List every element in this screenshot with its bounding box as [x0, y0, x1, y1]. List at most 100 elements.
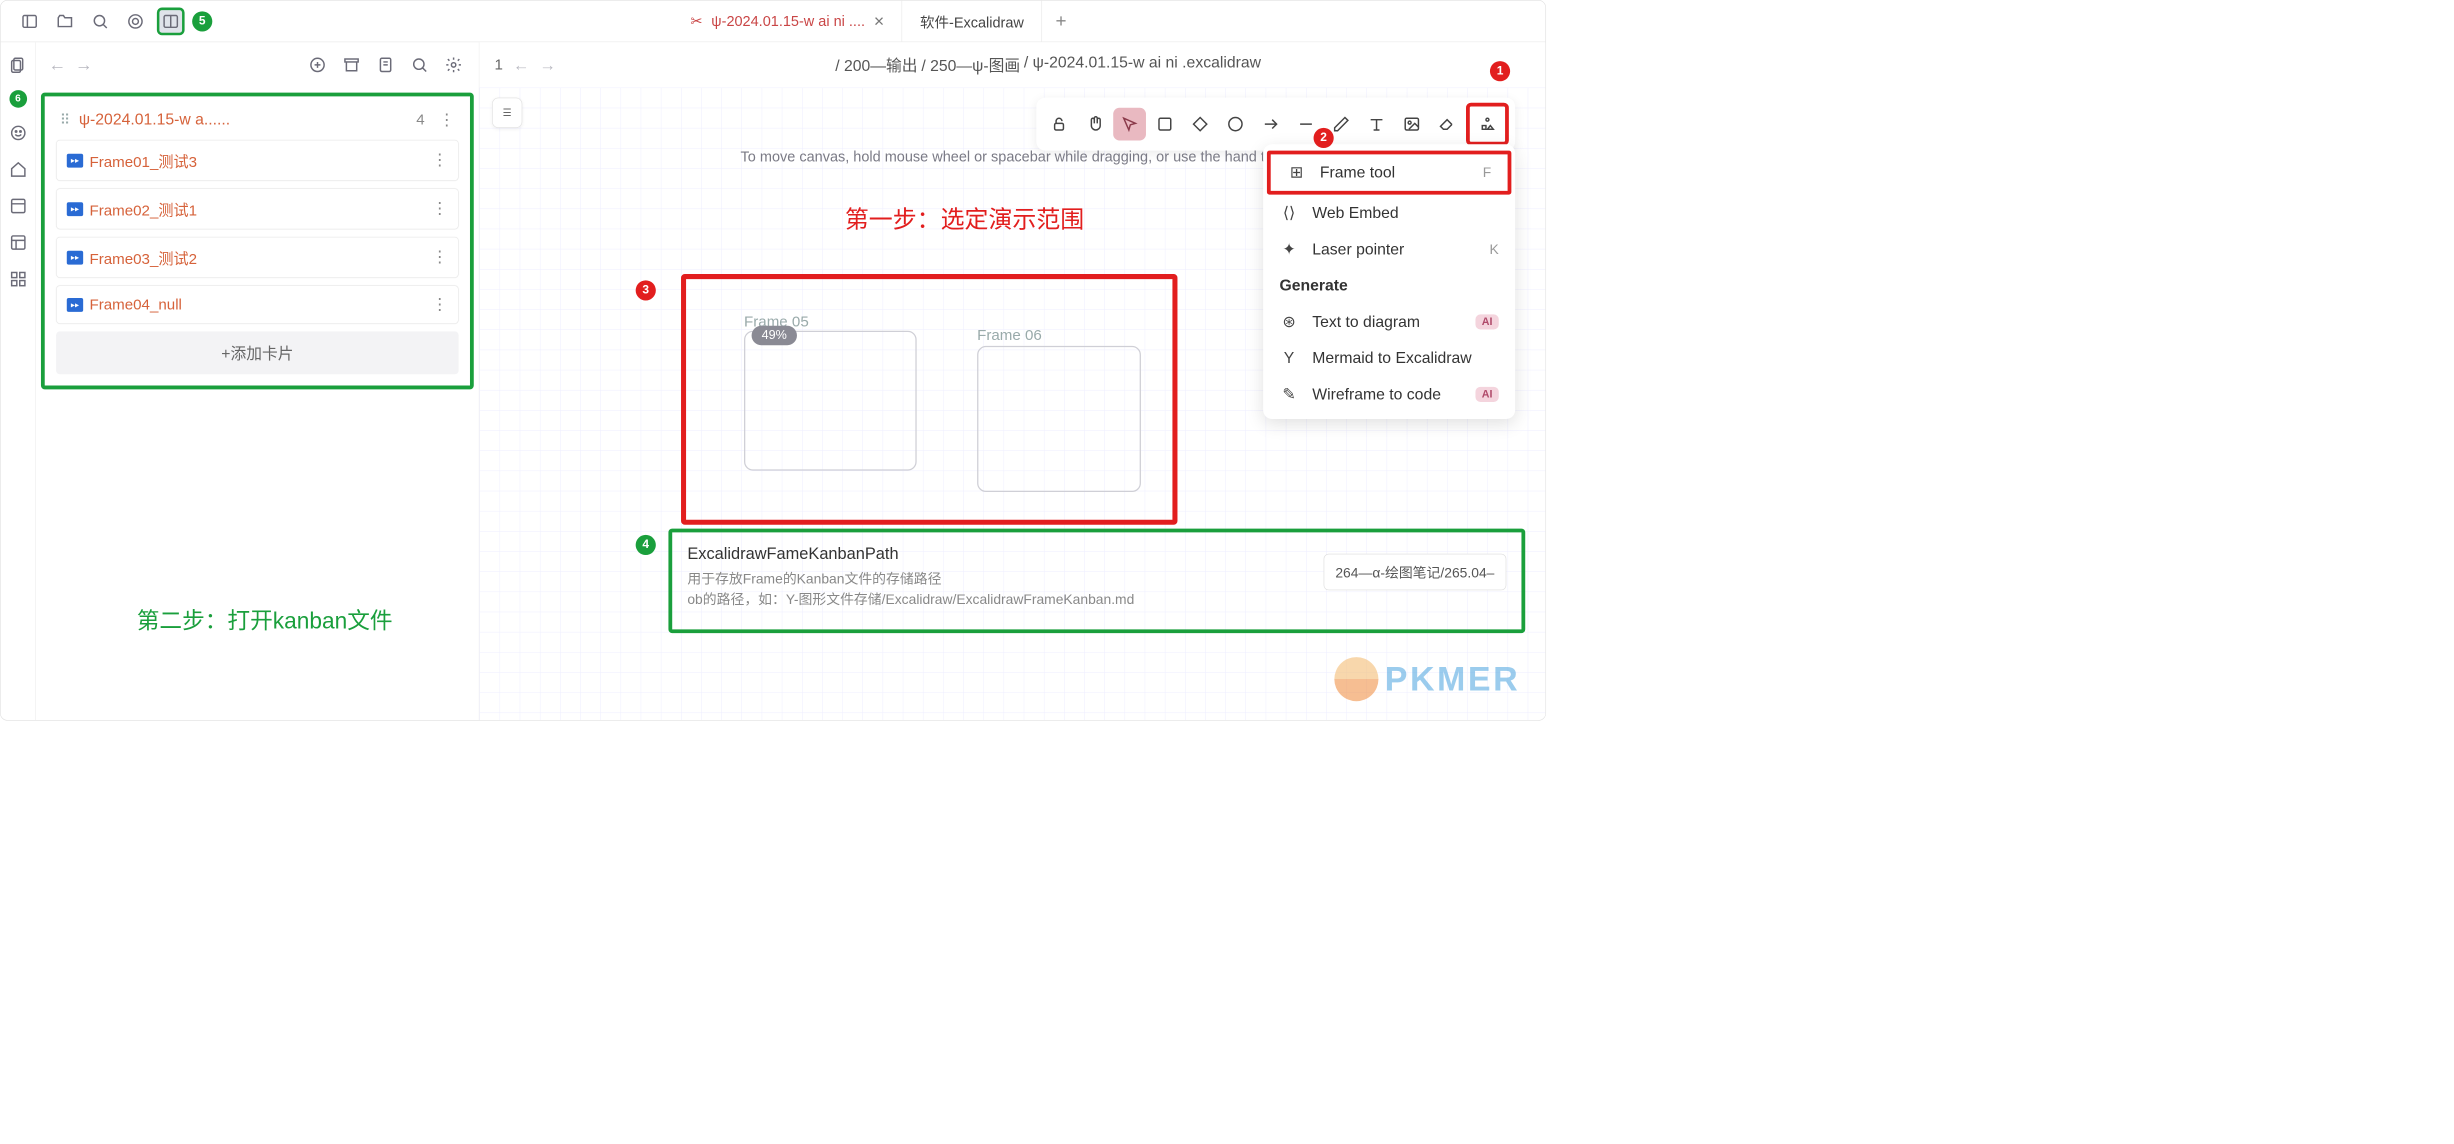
kanban-card[interactable]: ▸▸Frame02_测试1⋮: [56, 188, 459, 229]
breadcrumb[interactable]: / 200—输出 / 250—ψ-图画 / ψ-2024.01.15-w ai …: [835, 54, 1261, 77]
watermark-text: PKMER: [1385, 660, 1520, 699]
badge-2: 2: [1314, 128, 1334, 148]
sidebar: ← → ⠿ ψ-2024.01.15-w a...... 4 ⋮ ▸▸Frame…: [36, 42, 480, 720]
search-icon[interactable]: [407, 52, 432, 77]
drag-handle-icon[interactable]: ⠿: [60, 112, 70, 128]
menu-wireframe[interactable]: ✎Wireframe to codeAI: [1263, 376, 1515, 413]
kanban-icon[interactable]: [157, 7, 185, 35]
step2-label: 第二步：打开kanban文件: [137, 603, 393, 636]
menu-laser[interactable]: ✦Laser pointerK: [1263, 231, 1515, 268]
diamond-icon[interactable]: [1184, 108, 1217, 141]
kanban-card[interactable]: ▸▸Frame01_测试3⋮: [56, 140, 459, 181]
nav-forward-icon[interactable]: →: [75, 55, 93, 75]
rectangle-icon[interactable]: [1148, 108, 1181, 141]
nav-back-icon[interactable]: ←: [49, 55, 67, 75]
excalidraw-canvas[interactable]: ☰ 1: [479, 88, 1545, 721]
add-card-button[interactable]: +添加卡片: [56, 331, 459, 374]
badge-1: 1: [1490, 61, 1510, 81]
forward-icon: ▸▸: [67, 298, 83, 312]
history-back-icon[interactable]: ←: [513, 55, 529, 75]
excalidraw-toolbar: 1: [1036, 98, 1515, 151]
badge-6: 6: [9, 90, 27, 108]
pkmer-logo-icon: [1334, 657, 1378, 701]
close-icon[interactable]: ×: [874, 11, 884, 31]
kanban-count: 4: [416, 111, 424, 129]
more-icon[interactable]: ⋮: [432, 295, 448, 315]
frame-icon: ⊞: [1287, 163, 1306, 182]
setting-desc: ob的路径，如：Y-图形文件存储/Excalidraw/ExcalidrawFr…: [687, 589, 1310, 610]
brain-icon: ⊛: [1280, 312, 1299, 331]
forward-icon: ▸▸: [67, 250, 83, 264]
add-icon[interactable]: [305, 52, 330, 77]
tab-label: ψ-2024.01.15-w ai ni ....: [711, 13, 865, 30]
setting-panel: ExcalidrawFameKanbanPath 用于存放Frame的Kanba…: [668, 529, 1525, 634]
home-icon[interactable]: [7, 158, 30, 181]
forward-icon: ▸▸: [67, 153, 83, 167]
setting-input[interactable]: 264—α-绘图笔记/265.04–: [1323, 554, 1506, 591]
menu-frame-tool[interactable]: ⊞Frame toolF: [1267, 151, 1511, 195]
frame-05[interactable]: [744, 331, 917, 471]
eraser-icon[interactable]: [1431, 108, 1464, 141]
circle-icon[interactable]: [1219, 108, 1252, 141]
smile-icon[interactable]: [7, 122, 30, 145]
layout2-icon[interactable]: [7, 231, 30, 254]
menu-section-generate: Generate: [1263, 268, 1515, 304]
tab-other[interactable]: 软件-Excalidraw: [902, 1, 1042, 42]
archive-icon[interactable]: [339, 52, 364, 77]
selection-icon[interactable]: [1113, 108, 1146, 141]
menu-text-to-diagram[interactable]: ⊛Text to diagramAI: [1263, 304, 1515, 341]
note-icon[interactable]: [373, 52, 398, 77]
kanban-panel: ⠿ ψ-2024.01.15-w a...... 4 ⋮ ▸▸Frame01_测…: [41, 93, 474, 390]
menu-mermaid[interactable]: YMermaid to Excalidraw: [1263, 340, 1515, 376]
canvas-hint: To move canvas, hold mouse wheel or spac…: [741, 148, 1285, 165]
badge-3: 3: [636, 280, 656, 300]
progress-badge: 49%: [752, 326, 797, 346]
laser-icon: ✦: [1280, 240, 1299, 259]
mermaid-icon: Y: [1280, 349, 1299, 367]
more-icon[interactable]: ⋮: [432, 199, 448, 219]
text-icon[interactable]: [1360, 108, 1393, 141]
setting-desc: 用于存放Frame的Kanban文件的存储路径: [687, 568, 1310, 589]
tools-menu: ⊞Frame toolF ⟨⟩Web Embed ✦Laser pointerK…: [1263, 144, 1515, 419]
kanban-card[interactable]: ▸▸Frame03_测试2⋮: [56, 237, 459, 278]
hand-icon[interactable]: [1078, 108, 1111, 141]
main-area: 1 ← → / 200—输出 / 250—ψ-图画 / ψ-2024.01.15…: [479, 42, 1545, 720]
frame-label[interactable]: Frame 06: [977, 327, 1042, 345]
kanban-title: ψ-2024.01.15-w a......: [79, 111, 408, 129]
wand-icon: ✎: [1280, 385, 1299, 404]
menu-web-embed[interactable]: ⟨⟩Web Embed: [1263, 195, 1515, 232]
more-tools-icon[interactable]: [1471, 108, 1504, 141]
search-icon[interactable]: [86, 7, 114, 35]
image-icon[interactable]: [1395, 108, 1428, 141]
target-icon[interactable]: [122, 7, 150, 35]
setting-title: ExcalidrawFameKanbanPath: [687, 544, 1310, 564]
arrow-icon[interactable]: [1254, 108, 1287, 141]
new-tab-button[interactable]: +: [1042, 1, 1080, 42]
scissors-icon: ✂: [690, 13, 702, 30]
history-forward-icon[interactable]: →: [540, 55, 556, 75]
gear-icon[interactable]: [441, 52, 466, 77]
hamburger-icon[interactable]: ☰: [492, 98, 522, 128]
panel-left-icon[interactable]: [16, 7, 44, 35]
more-icon[interactable]: ⋮: [432, 151, 448, 171]
step1-label: 第一步：选定演示范围: [845, 200, 1084, 235]
tab-active[interactable]: ✂ ψ-2024.01.15-w ai ni .... ×: [673, 1, 903, 42]
kanban-card[interactable]: ▸▸Frame04_null⋮: [56, 285, 459, 323]
frame-06[interactable]: [977, 346, 1141, 492]
files-icon[interactable]: [7, 54, 30, 77]
badge-4: 4: [636, 535, 656, 555]
code-icon: ⟨⟩: [1280, 203, 1299, 222]
left-rail: 6: [1, 42, 36, 720]
lock-icon[interactable]: [1043, 108, 1076, 141]
layout-icon[interactable]: [7, 195, 30, 218]
more-icon[interactable]: ⋮: [432, 248, 448, 268]
more-icon[interactable]: ⋮: [438, 110, 454, 130]
page-number: 1: [495, 56, 503, 74]
top-bar: 5 ✂ ψ-2024.01.15-w ai ni .... × 软件-Excal…: [1, 1, 1546, 43]
folder-icon[interactable]: [51, 7, 79, 35]
forward-icon: ▸▸: [67, 202, 83, 216]
badge-5: 5: [192, 11, 212, 31]
watermark: PKMER: [1334, 657, 1520, 701]
grid-icon[interactable]: [7, 268, 30, 291]
tab-label: 软件-Excalidraw: [920, 10, 1024, 31]
